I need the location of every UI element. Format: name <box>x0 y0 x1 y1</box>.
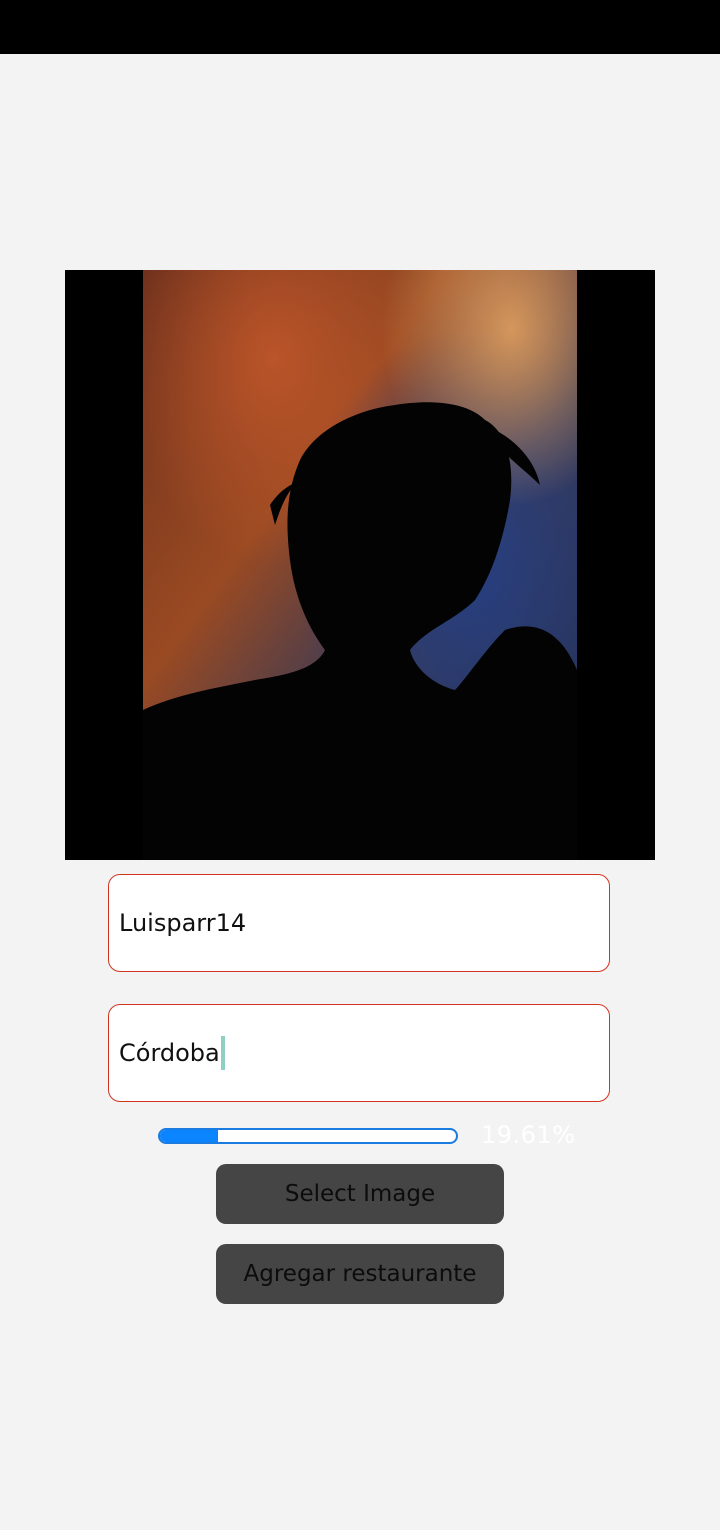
status-bar <box>0 0 720 54</box>
username-field-value: Luisparr14 <box>119 909 247 937</box>
upload-progress-fill <box>160 1130 219 1142</box>
silhouette-photo <box>65 270 655 860</box>
select-image-button[interactable]: Select Image <box>216 1164 504 1224</box>
selected-image-preview <box>65 270 655 860</box>
upload-progress-bar <box>158 1128 458 1144</box>
username-field[interactable]: Luisparr14 <box>108 874 610 972</box>
city-field-value: Córdoba <box>119 1039 220 1067</box>
text-cursor <box>220 1036 225 1070</box>
city-field[interactable]: Córdoba <box>108 1004 610 1102</box>
upload-progress-label: 19.61% <box>481 1121 576 1149</box>
add-restaurant-button[interactable]: Agregar restaurante <box>216 1244 504 1304</box>
